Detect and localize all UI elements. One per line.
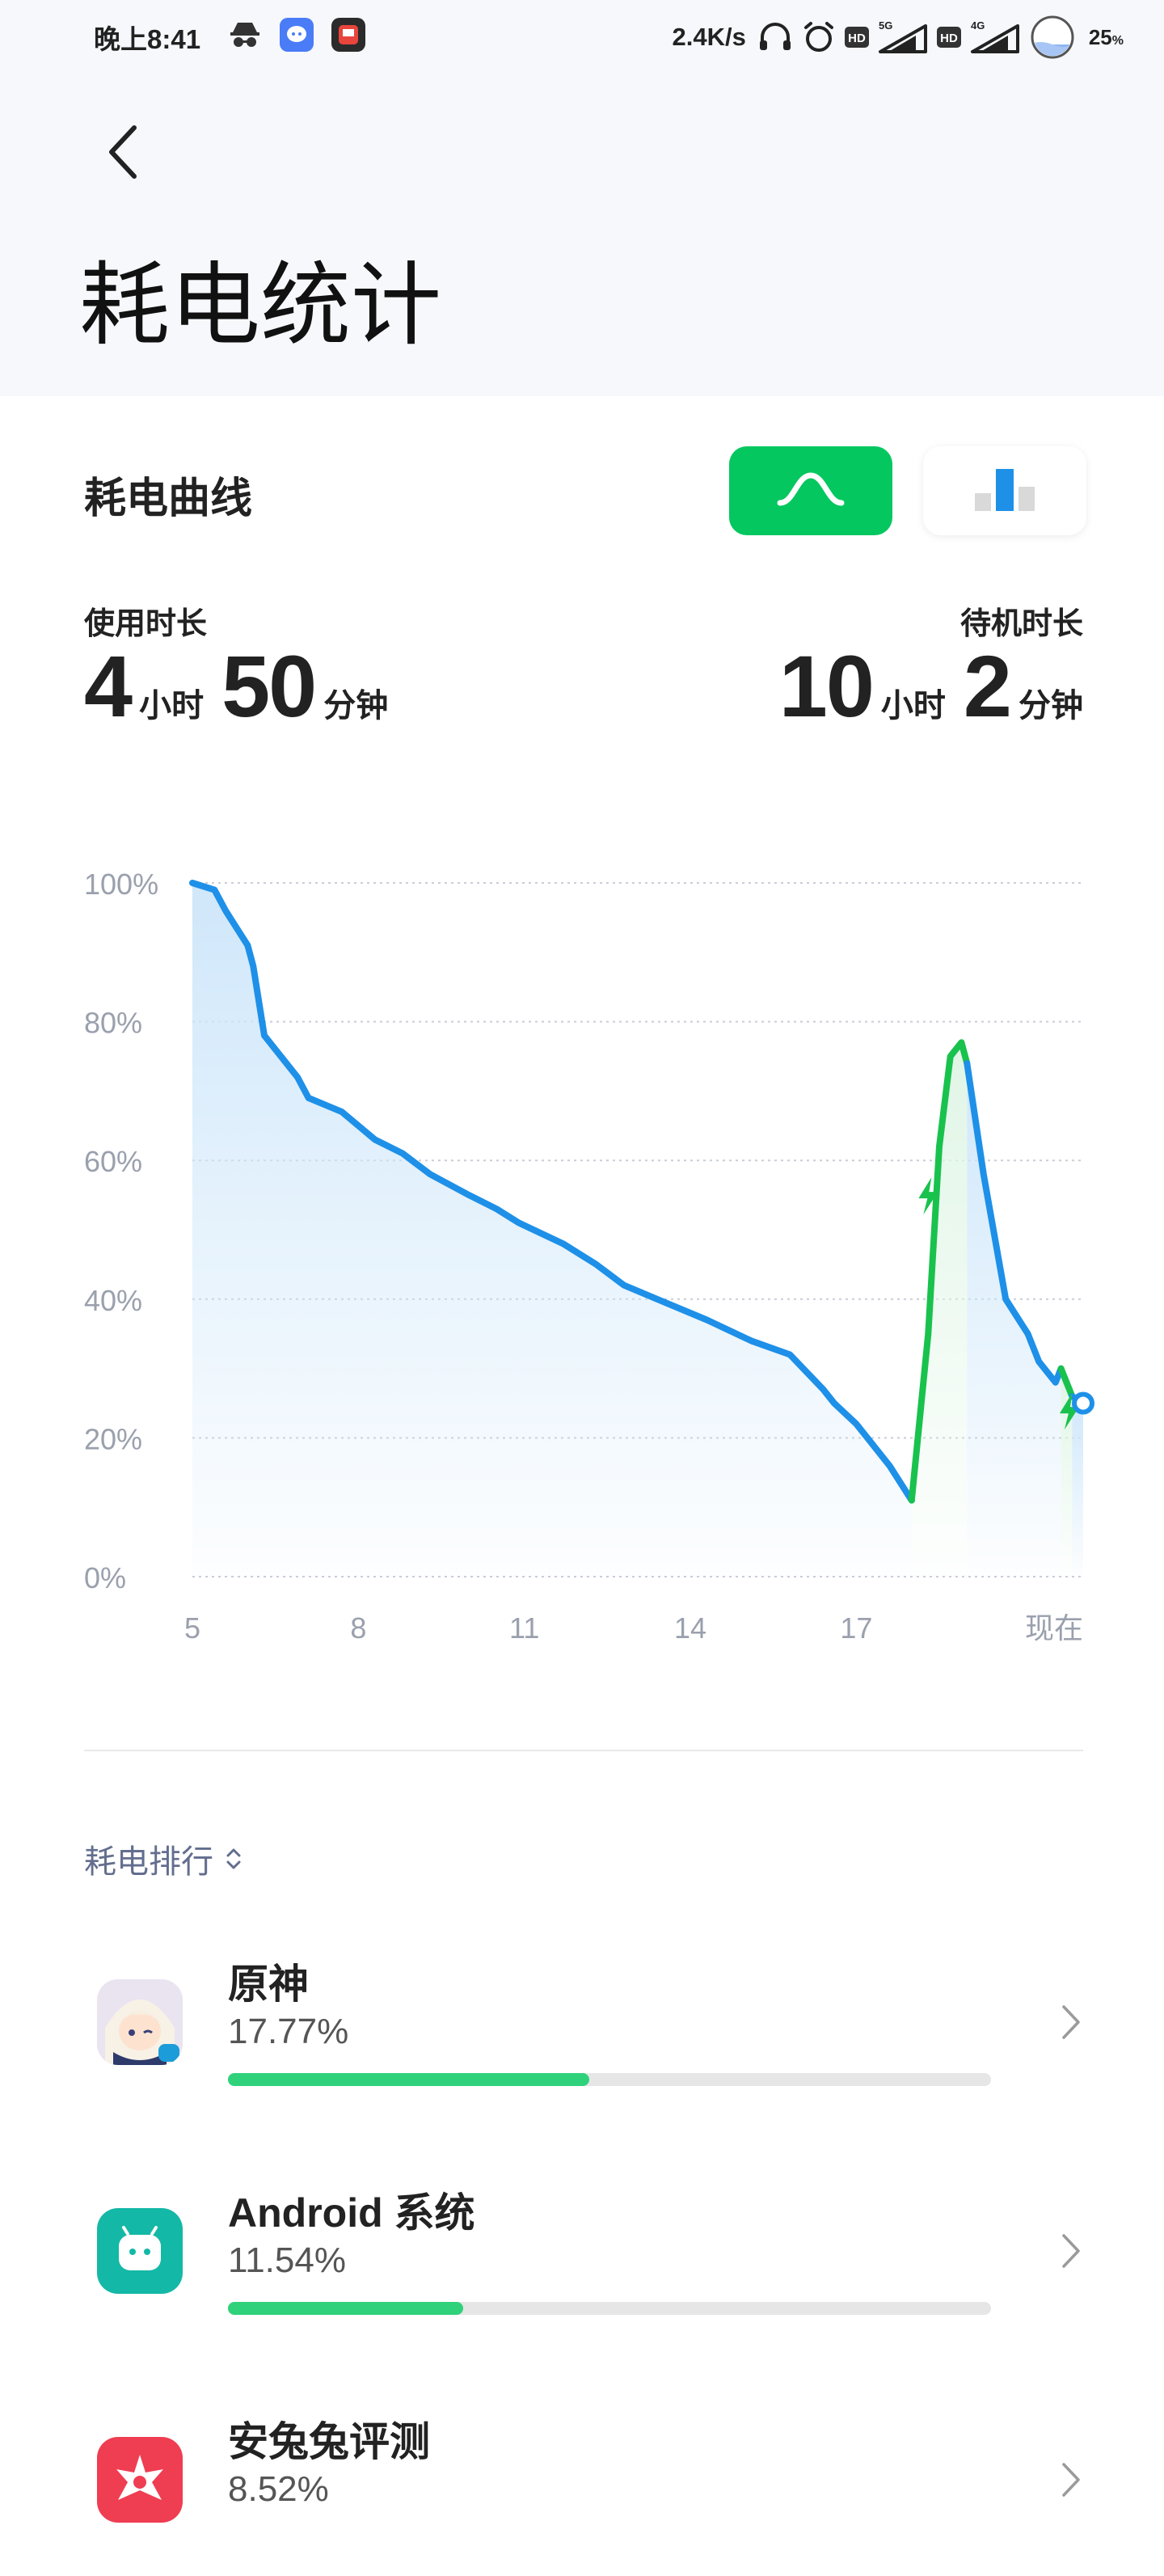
bar-view-icon bbox=[975, 469, 1035, 511]
bar-view-toggle[interactable] bbox=[923, 446, 1086, 535]
music-app-icon bbox=[331, 18, 365, 52]
chevron-right-icon bbox=[1062, 2234, 1080, 2268]
usage-duration: 4 小时 50 分钟 bbox=[84, 636, 388, 737]
chevron-left-icon bbox=[109, 125, 137, 179]
y-tick-label: 60% bbox=[84, 1145, 142, 1178]
standby-hours-unit: 小时 bbox=[880, 688, 946, 724]
genshin-app-icon bbox=[97, 1979, 183, 2065]
app-row-genshin[interactable]: 原神 17.77% bbox=[0, 1924, 1164, 2118]
sort-selector[interactable]: 耗电排行 bbox=[84, 1835, 242, 1882]
chevron-right-icon bbox=[1062, 2463, 1080, 2497]
battery-percent: 25% bbox=[1089, 25, 1124, 50]
signal-5g-icon: 5G bbox=[878, 19, 927, 53]
usage-bar-track bbox=[228, 2073, 991, 2086]
battery-icon bbox=[1031, 15, 1074, 59]
svg-text:4G: 4G bbox=[971, 19, 985, 32]
app-percent: 8.52% bbox=[228, 2469, 329, 2509]
page-title: 耗电统计 bbox=[79, 255, 441, 356]
x-tick-label: 5 bbox=[184, 1611, 200, 1645]
status-bar: 晚上8:41 2.4K/s HD 5G HD 4G 25% bbox=[0, 0, 1164, 78]
x-tick-label: 8 bbox=[350, 1611, 366, 1645]
battery-curve-chart: 100% 80% 60% 40% 20% 0% 5 8 11 14 17 现在 bbox=[84, 868, 1094, 1645]
curve-view-icon bbox=[777, 472, 845, 506]
app-name: 原神 bbox=[228, 1962, 309, 2007]
usage-minutes: 50 bbox=[221, 637, 317, 735]
app-name: 安兔兔评测 bbox=[228, 2419, 430, 2464]
app-percent: 17.77% bbox=[228, 2012, 349, 2051]
app-name: Android 系统 bbox=[228, 2190, 475, 2236]
status-time: 晚上8:41 bbox=[94, 24, 201, 54]
x-tick-label: 17 bbox=[840, 1611, 872, 1645]
usage-hours: 4 bbox=[84, 637, 133, 735]
usage-bar-fill bbox=[228, 2073, 590, 2086]
battery-level: 25 bbox=[1088, 24, 1112, 49]
x-tick-label: 14 bbox=[674, 1611, 706, 1645]
svg-text:5G: 5G bbox=[879, 19, 892, 32]
sort-updown-icon bbox=[226, 1848, 241, 1869]
usage-bar-track bbox=[228, 2302, 991, 2315]
y-tick-label: 80% bbox=[84, 1007, 142, 1040]
standby-minutes-unit: 分钟 bbox=[1018, 688, 1083, 724]
standby-minutes: 2 bbox=[963, 637, 1012, 735]
usage-hours-unit: 小时 bbox=[139, 688, 205, 724]
net-speed: 2.4K/s bbox=[672, 23, 746, 51]
curve-section-title: 耗电曲线 bbox=[84, 475, 253, 522]
message-app-icon bbox=[280, 18, 314, 52]
incognito-icon bbox=[228, 18, 262, 52]
sort-label: 耗电排行 bbox=[84, 1844, 213, 1880]
discharge-area bbox=[192, 883, 912, 1577]
y-tick-label: 100% bbox=[84, 868, 158, 901]
signal-4g-icon: 4G bbox=[970, 19, 1019, 53]
discharge-area bbox=[1072, 1396, 1083, 1577]
section-divider bbox=[84, 1750, 1083, 1751]
standby-duration: 10 小时 2 分钟 bbox=[779, 636, 1083, 737]
standby-hours: 10 bbox=[778, 637, 875, 735]
app-row-android-system[interactable]: Android 系统 11.54% bbox=[0, 2153, 1164, 2347]
curve-view-toggle[interactable] bbox=[729, 446, 892, 535]
current-point bbox=[1072, 1391, 1094, 1415]
app-row-antutu[interactable]: 安兔兔评测 8.52% bbox=[0, 2382, 1164, 2576]
svg-text:HD: HD bbox=[940, 32, 958, 45]
headphones-icon bbox=[759, 23, 791, 50]
android-system-icon bbox=[97, 2208, 183, 2294]
y-tick-label: 20% bbox=[84, 1422, 142, 1455]
chevron-right-icon bbox=[1062, 2005, 1080, 2039]
status-right-group: 2.4K/s HD 5G HD 4G 25% bbox=[672, 15, 1124, 59]
hd-icon: HD bbox=[844, 27, 869, 48]
back-button[interactable] bbox=[97, 120, 146, 184]
hd-icon-2: HD bbox=[936, 27, 961, 48]
y-tick-label: 40% bbox=[84, 1284, 142, 1317]
x-tick-label: 现在 bbox=[1025, 1611, 1083, 1645]
antutu-app-icon bbox=[97, 2437, 183, 2523]
app-percent: 11.54% bbox=[228, 2240, 346, 2280]
battery-suffix: % bbox=[1111, 33, 1124, 48]
y-tick-label: 0% bbox=[84, 1561, 126, 1594]
usage-minutes-unit: 分钟 bbox=[323, 688, 389, 724]
x-tick-label: 11 bbox=[509, 1611, 539, 1645]
svg-text:HD: HD bbox=[848, 32, 866, 45]
usage-bar-fill bbox=[228, 2302, 463, 2315]
alarm-icon bbox=[803, 22, 833, 52]
